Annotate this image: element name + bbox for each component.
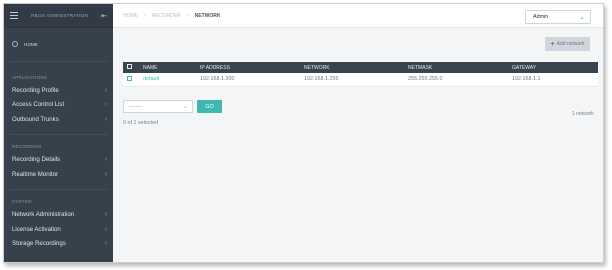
chevron-right-icon: › [104,115,107,123]
add-network-label: Add network [556,41,585,47]
section-label-system: SYSTEM [12,199,32,204]
sidebar-item-label: Network Administration [12,211,75,219]
column-header-gateway[interactable]: GATEWAY [508,62,598,73]
breadcrumb-current: NETWORK [194,12,221,19]
table-row: default 192.168.1.200 192.168.1.255 255.… [123,73,598,87]
sidebar-item-license-activation[interactable]: License Activation › [4,222,113,237]
user-dropdown[interactable]: Admin ⌄ [525,10,591,24]
sidebar-item-label: Realtime Monitor [12,170,59,178]
chevron-down-icon: ⌄ [182,104,188,110]
sidebar-item-recording-profile[interactable]: Recording Profile › [4,83,113,98]
sidebar-item-label: Recording Profile [12,86,59,94]
sidebar: RBOS ADMINISTRATION ⇤ HOME APPLICATIONS … [4,4,113,262]
sidebar-header: RBOS ADMINISTRATION ⇤ [4,4,113,28]
sidebar-item-label: Recording Details [12,156,61,164]
sidebar-item-label: License Activation [12,225,61,233]
column-header-ip-address[interactable]: IP ADDRESS [196,62,300,73]
cell-ip-address: 192.168.1.200 [196,73,300,87]
chevron-right-icon: › [104,156,107,164]
cell-netmask: 255.255.255.0 [404,73,508,87]
network-name-link[interactable]: default [143,76,159,82]
column-header-name[interactable]: NAME [139,62,196,73]
column-header-network[interactable]: NETWORK [300,62,404,73]
hamburger-menu-icon[interactable] [10,12,18,19]
chevron-right-icon: › [104,170,107,178]
collapse-sidebar-icon[interactable]: ⇤ [101,12,107,20]
sidebar-item-recording-details[interactable]: Recording Details › [4,153,113,168]
breadcrumb-separator-icon: › [186,12,189,19]
go-button[interactable]: GO [197,100,222,113]
divider [9,188,108,190]
breadcrumb-recorder[interactable]: RECORDER [152,13,181,19]
sidebar-item-label: HOME [24,41,38,47]
select-all-cell [123,62,139,73]
cell-network: 192.168.1.255 [300,73,404,87]
sidebar-item-outbound-trunks[interactable]: Outbound Trunks › [4,112,113,127]
app-title: RBOS ADMINISTRATION [31,13,88,18]
bulk-action-select[interactable]: -------- ⌄ [123,100,193,113]
breadcrumb-separator-icon: › [144,12,146,19]
breadcrumb-home[interactable]: HOME [123,13,138,19]
chevron-down-icon: ⌄ [579,13,585,21]
home-icon [12,41,18,47]
sidebar-item-realtime-monitor[interactable]: Realtime Monitor › [4,167,113,182]
sidebar-item-label: Access Control List [12,101,65,109]
sidebar-item-network-administration[interactable]: Network Administration › [4,208,113,223]
selection-count: 0 of 1 selected [123,120,159,126]
select-all-checkbox[interactable] [127,64,132,69]
row-select-cell [123,73,139,87]
row-checkbox[interactable] [127,75,132,81]
chevron-right-icon: › [104,240,107,248]
main-content: HOME › RECORDER › NETWORK Admin ⌄ + Add … [113,4,603,262]
divider [9,133,108,135]
chevron-right-icon: › [104,101,107,109]
chevron-right-icon: › [104,225,107,233]
section-label-recording: RECORDING [12,144,42,149]
network-count: 1 network [572,111,594,117]
chevron-right-icon: › [104,86,107,94]
table-header-row: NAME IP ADDRESS NETWORK NETMASK GATEWAY [123,62,598,73]
chevron-right-icon: › [104,211,107,219]
user-dropdown-value: Admin [533,14,549,20]
cell-name: default [139,73,196,87]
add-network-button[interactable]: + Add network [545,37,590,51]
sidebar-item-label: Storage Recordings [12,240,66,248]
bulk-action-value: -------- [129,103,143,110]
column-header-netmask[interactable]: NETMASK [404,62,508,73]
sidebar-item-access-control-list[interactable]: Access Control List › [4,98,113,113]
sidebar-item-home[interactable]: HOME [4,33,113,55]
cell-gateway: 192.168.1.1 [508,73,598,87]
section-label-applications: APPLICATIONS [12,74,48,80]
plus-icon: + [550,40,555,48]
sidebar-item-storage-recordings[interactable]: Storage Recordings › [4,237,113,252]
top-bar: HOME › RECORDER › NETWORK Admin ⌄ [113,4,603,28]
app-window: RBOS ADMINISTRATION ⇤ HOME APPLICATIONS … [3,3,604,263]
divider [9,61,108,62]
network-table: NAME IP ADDRESS NETWORK NETMASK GATEWAY … [123,62,598,87]
sidebar-item-label: Outbound Trunks [12,115,59,123]
